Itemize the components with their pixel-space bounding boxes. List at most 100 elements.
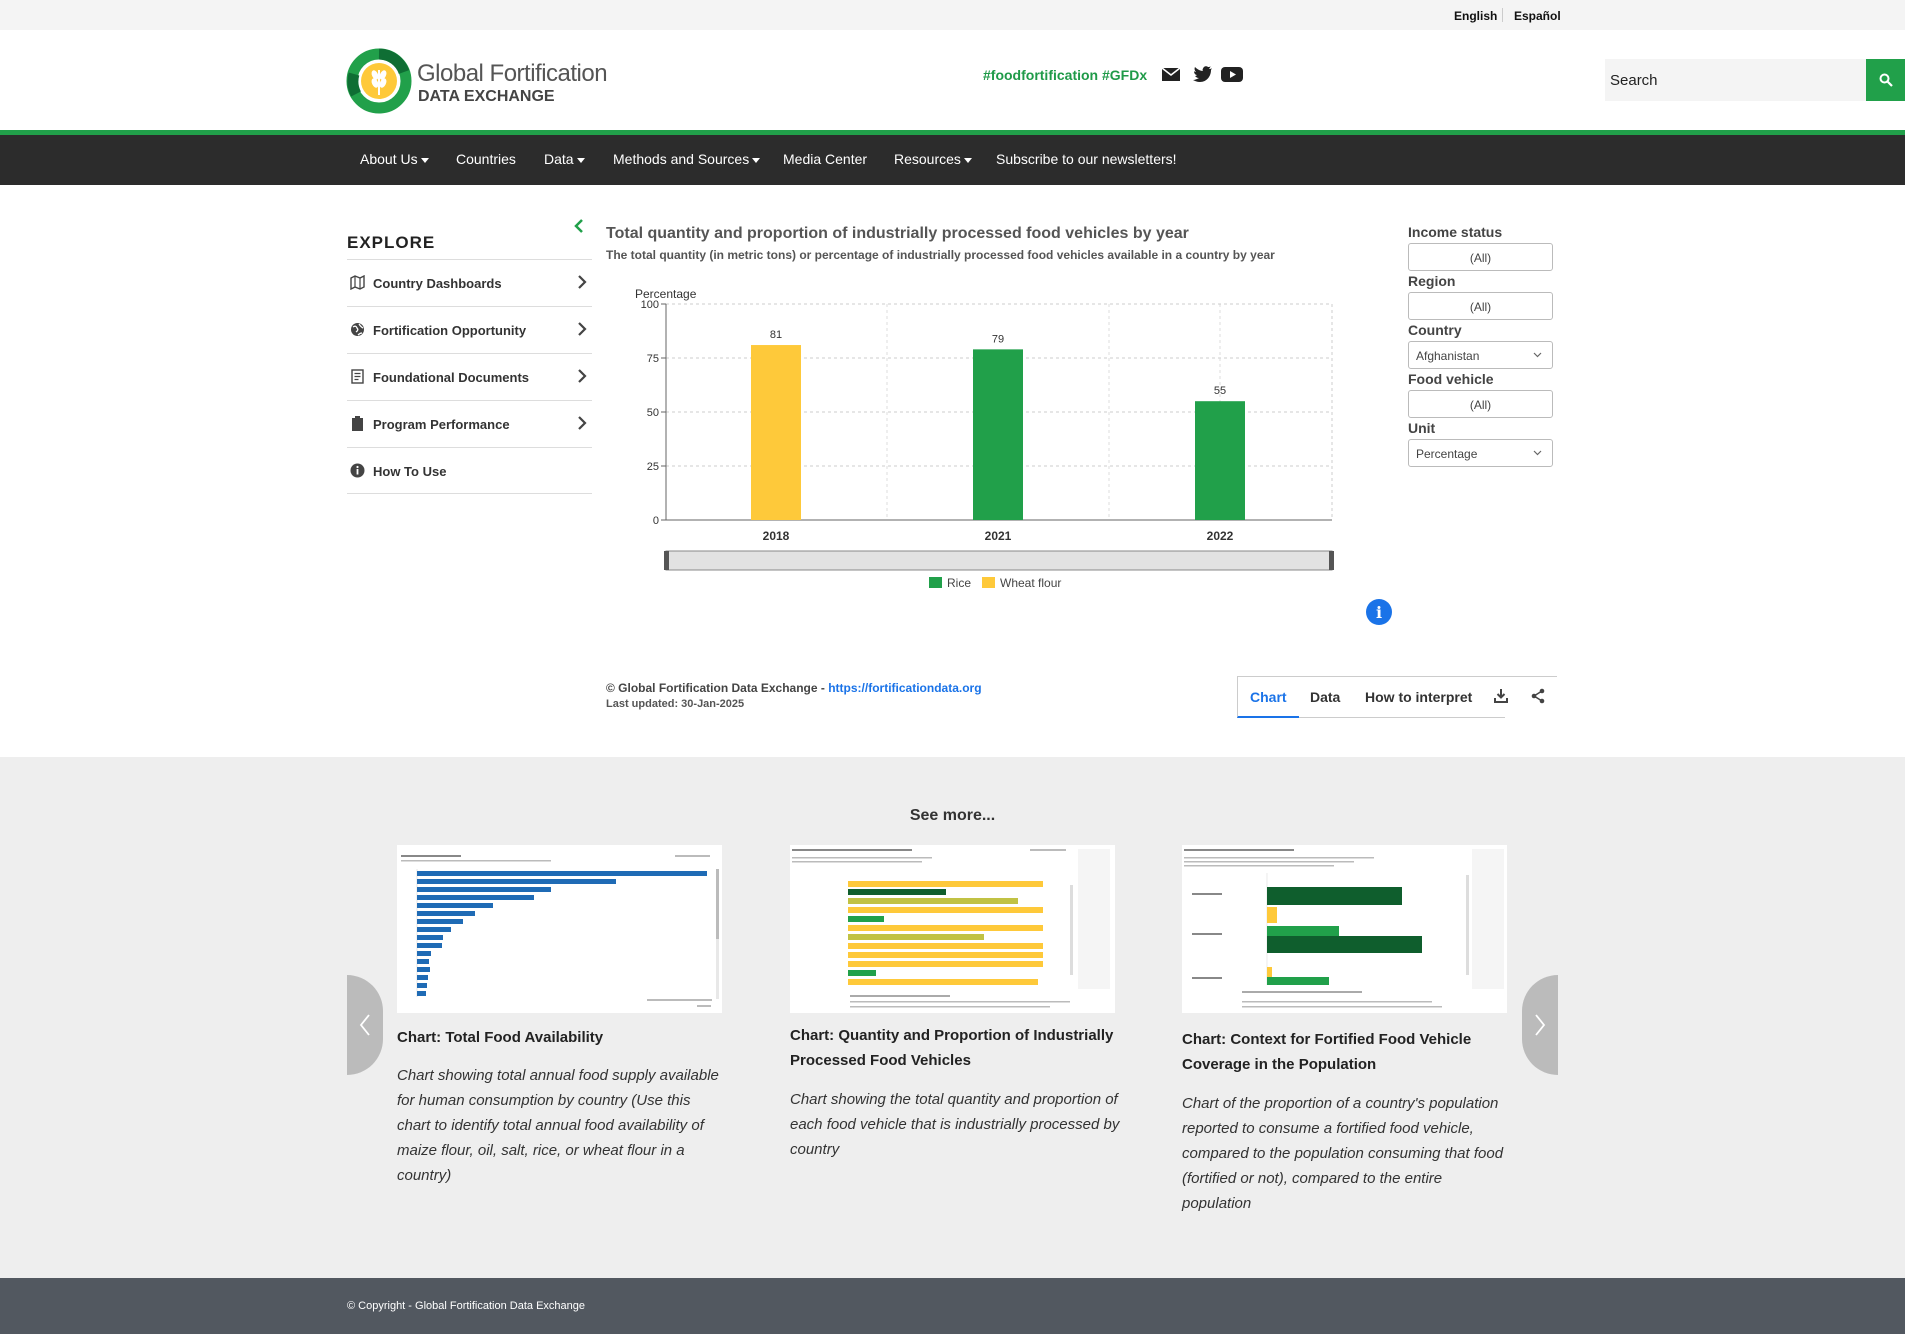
range-slider-track	[665, 550, 1333, 571]
site-footer: © Copyright - Global Fortification Data …	[0, 1278, 1905, 1334]
filter-value: (All)	[1469, 300, 1492, 314]
sidebar-item-program-performance[interactable]: Program Performance	[347, 400, 592, 447]
nav-methods-sources[interactable]: Methods and Sources	[613, 151, 761, 167]
filter-food-vehicle[interactable]: (All)	[1408, 390, 1553, 418]
filter-unit-select[interactable]: Percentage	[1408, 439, 1553, 467]
chart-info-button[interactable]: i	[1366, 599, 1392, 625]
explore-list: Country Dashboards Fortification Opportu…	[347, 259, 592, 494]
chevron-right-icon	[578, 275, 587, 289]
download-icon[interactable]	[1493, 688, 1509, 704]
carousel-next-button[interactable]	[1522, 975, 1558, 1075]
chevron-down-icon	[576, 157, 585, 163]
chevron-down-icon	[420, 157, 429, 163]
x-tick-label: 2018	[763, 529, 790, 543]
thumbnail-bar-chart-image	[401, 855, 719, 1007]
data-label: 55	[1214, 385, 1226, 397]
nav-subscribe[interactable]: Subscribe to our newsletters!	[996, 151, 1177, 167]
bar-wheat-flour-2018	[751, 345, 801, 520]
twitter-icon[interactable]	[1192, 64, 1214, 84]
tab-chart[interactable]: Chart	[1250, 689, 1287, 705]
legend-swatch	[929, 577, 942, 588]
hashtags[interactable]: #foodfortification #GFDx	[983, 67, 1147, 83]
chevron-left-icon	[359, 1014, 370, 1036]
filter-income-status[interactable]: (All)	[1408, 243, 1553, 271]
sidebar-item-label: Program Performance	[373, 417, 510, 432]
x-tick-label: 2022	[1207, 529, 1234, 543]
sidebar-item-label: Country Dashboards	[373, 276, 502, 291]
data-label: 81	[770, 329, 782, 341]
nav-media-center[interactable]: Media Center	[783, 151, 867, 167]
filter-label-country: Country	[1408, 322, 1462, 338]
nav-about-us[interactable]: About Us	[360, 151, 429, 167]
chart-tabs: Chart Data How to interpret	[1237, 676, 1557, 718]
source-credit: © Global Fortification Data Exchange - h…	[606, 681, 982, 695]
sidebar-item-how-to-use[interactable]: How To Use	[347, 447, 592, 494]
search-input[interactable]	[1605, 59, 1866, 101]
sidebar-item-fortification-opportunity[interactable]: Fortification Opportunity	[347, 306, 592, 353]
y-tick-label: 25	[647, 461, 659, 473]
carousel-prev-button[interactable]	[347, 975, 383, 1075]
chevron-right-icon	[1535, 1014, 1546, 1036]
filter-label-unit: Unit	[1408, 420, 1436, 436]
youtube-icon[interactable]	[1221, 64, 1243, 84]
card-description: Chart showing total annual food supply a…	[397, 1067, 719, 1184]
thumbnail-bar-chart-image	[1184, 849, 1504, 1008]
nav-resources[interactable]: Resources	[894, 151, 972, 167]
see-more-section: See more... Chart: Total Food Availabili…	[0, 757, 1905, 1278]
card-thumbnail[interactable]	[1182, 845, 1507, 1013]
filter-label-food-vehicle: Food vehicle	[1408, 371, 1494, 387]
tab-how-to-interpret[interactable]: How to interpret	[1365, 689, 1472, 705]
x-tick-label: 2021	[985, 529, 1012, 543]
range-slider-handle-left	[664, 551, 669, 570]
sidebar-item-country-dashboards[interactable]: Country Dashboards	[347, 259, 592, 306]
clipboard-icon	[352, 416, 363, 431]
sidebar-item-label: Fortification Opportunity	[373, 323, 527, 338]
lang-espanol-link[interactable]: Español	[1514, 9, 1561, 23]
chevron-down-icon	[1533, 450, 1542, 456]
card-title[interactable]: Chart: Total Food Availability	[397, 1025, 727, 1050]
sidebar-item-label: Foundational Documents	[373, 370, 529, 385]
bar-rice-2021	[973, 349, 1023, 520]
main-nav: About Us Countries Data Methods and Sour…	[0, 135, 1905, 185]
site-header: Global Fortification DATA EXCHANGE #food…	[0, 30, 1905, 130]
y-tick-label: 0	[653, 515, 659, 527]
search-icon	[1879, 73, 1893, 87]
nav-countries[interactable]: Countries	[456, 151, 516, 167]
card-description: Chart of the proportion of a country's p…	[1182, 1095, 1504, 1212]
chevron-down-icon	[752, 157, 761, 163]
document-icon	[351, 369, 364, 384]
y-tick-label: 50	[647, 407, 659, 419]
site-logo[interactable]: Global Fortification DATA EXCHANGE	[346, 48, 611, 118]
filter-label-region: Region	[1408, 273, 1456, 289]
tab-data[interactable]: Data	[1310, 689, 1340, 705]
source-link[interactable]: https://fortificationdata.org	[828, 681, 981, 695]
lang-separator	[1502, 8, 1503, 22]
filter-region[interactable]: (All)	[1408, 292, 1553, 320]
last-updated: Last updated: 30-Jan-2025	[606, 698, 745, 710]
card-title[interactable]: Chart: Quantity and Proportion of Indust…	[790, 1023, 1120, 1073]
legend-label: Rice	[947, 576, 971, 590]
nav-data[interactable]: Data	[544, 151, 585, 167]
lang-english-link[interactable]: English	[1454, 9, 1497, 23]
sidebar-item-foundational-documents[interactable]: Foundational Documents	[347, 353, 592, 400]
chart: Percentage02550751002018 2021 202281 7955Ri…	[635, 287, 1334, 590]
chevron-right-icon	[578, 322, 587, 336]
collapse-sidebar-chevron-left-icon[interactable]	[572, 218, 586, 234]
legend-swatch	[982, 577, 995, 588]
y-tick-label: 75	[647, 353, 659, 365]
map-icon	[350, 275, 365, 290]
language-bar: English Español	[0, 0, 1905, 30]
filter-value: (All)	[1469, 398, 1492, 412]
logo-text-line1: Global Fortification	[417, 60, 608, 87]
card-description: Chart showing the total quantity and pro…	[790, 1091, 1120, 1158]
chart-subtitle: The total quantity (in metric tons) or p…	[606, 248, 1275, 262]
info-icon	[350, 463, 365, 478]
filter-country-select[interactable]: Afghanistan	[1408, 341, 1553, 369]
card-title[interactable]: Chart: Context for Fortified Food Vehicl…	[1182, 1027, 1512, 1077]
search-button[interactable]	[1866, 59, 1905, 101]
share-icon[interactable]	[1530, 688, 1546, 704]
globe-icon	[351, 323, 364, 336]
card-thumbnail[interactable]	[790, 845, 1115, 1013]
email-icon[interactable]	[1161, 64, 1183, 84]
card-thumbnail[interactable]	[397, 845, 722, 1013]
